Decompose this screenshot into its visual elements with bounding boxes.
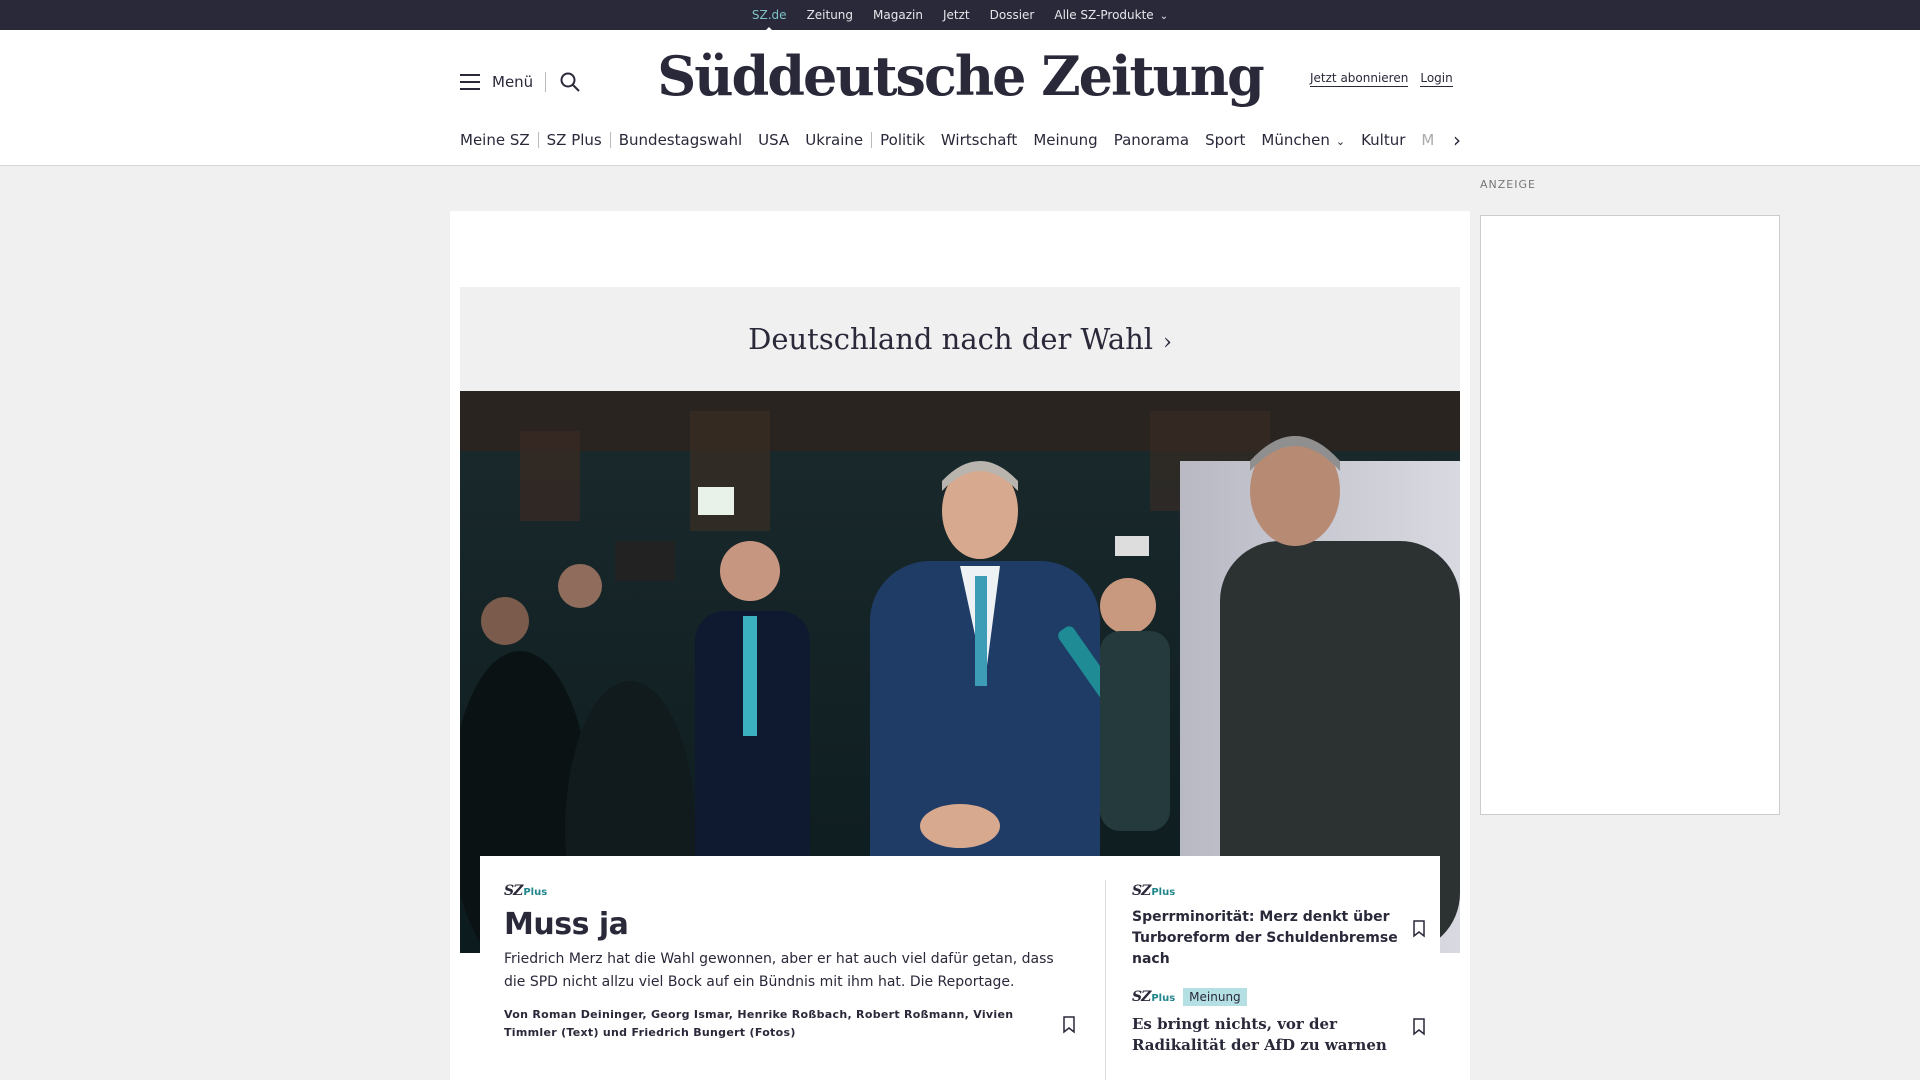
top-product-bar: SZ.de Zeitung Magazin Jetzt Dossier Alle… — [0, 0, 1920, 30]
section-header: Deutschland nach der Wahl › — [460, 287, 1460, 391]
topbar-link-szde[interactable]: SZ.de — [752, 8, 787, 22]
lead-headline[interactable]: Muss ja — [504, 907, 1064, 942]
bookmark-icon[interactable] — [1062, 1016, 1076, 1034]
sz-plus-sz: SZ — [504, 883, 523, 899]
sz-plus-logo: SZ Plus — [1132, 883, 1175, 899]
teaser-card: SZ Plus Muss ja Friedrich Merz hat die Wa… — [480, 856, 1440, 1080]
nav-scroll-right-icon[interactable]: › — [1448, 126, 1466, 154]
nav-item-kultur[interactable]: Kultur — [1353, 131, 1413, 149]
bookmark-icon[interactable] — [1412, 1018, 1426, 1036]
login-link[interactable]: Login — [1420, 71, 1453, 87]
lead-teaser-text: Friedrich Merz hat die Wahl gewonnen, ab… — [504, 951, 1054, 990]
nav-item-wirtschaft[interactable]: Wirtschaft — [933, 131, 1025, 149]
topbar-all-products-dropdown[interactable]: Alle SZ-Produkte ⌄ — [1054, 8, 1168, 22]
nav-item-muenchen[interactable]: München ⌄ — [1253, 131, 1353, 149]
nav-item-politik[interactable]: Politik — [872, 131, 933, 149]
sz-plus-sz: SZ — [1132, 883, 1151, 899]
lead-article[interactable]: SZ Plus Muss ja Friedrich Merz hat die Wa… — [504, 880, 1064, 1042]
bookmark-icon[interactable] — [1412, 920, 1426, 938]
sz-plus-plus: Plus — [523, 887, 548, 898]
main-navigation: Meine SZ SZ Plus Bundestagswahl USA Ukra… — [460, 126, 1460, 154]
chevron-right-icon: › — [1163, 330, 1172, 355]
account-links: Jetzt abonnieren Login — [1310, 71, 1453, 87]
topbar-link-dossier[interactable]: Dossier — [990, 8, 1035, 22]
sz-plus-plus: Plus — [1151, 993, 1176, 1004]
side-article-2-meta: SZ Plus Meinung — [1132, 988, 1402, 1006]
ad-slot[interactable] — [1480, 215, 1780, 815]
nav-item-meinung[interactable]: Meinung — [1025, 131, 1105, 149]
section-title: Deutschland nach der Wahl — [748, 322, 1154, 356]
site-logo: Süddeutsche Zeitung — [0, 44, 1920, 108]
topbar-link-jetzt[interactable]: Jetzt — [943, 8, 970, 22]
opinion-badge: Meinung — [1183, 988, 1247, 1006]
topbar-link-magazin[interactable]: Magazin — [873, 8, 923, 22]
nav-item-usa[interactable]: USA — [750, 131, 797, 149]
lead-byline: Von Roman Deininger, Georg Ismar, Henrik… — [504, 1008, 1014, 1039]
nav-item-ukraine[interactable]: Ukraine — [797, 131, 871, 149]
ad-label: ANZEIGE — [1480, 178, 1536, 191]
chevron-down-icon: ⌄ — [1335, 135, 1346, 148]
side-article-1-headline[interactable]: Sperrminorität: Merz denkt über Turboref… — [1132, 907, 1402, 970]
nav-item-sz-plus[interactable]: SZ Plus — [539, 131, 610, 149]
main-content: Deutschland nach der Wahl › SZ Plus Muss… — [450, 211, 1470, 1080]
logo-link[interactable]: Süddeutsche Zeitung — [657, 44, 1265, 108]
nav-item-muenchen-label: München — [1261, 131, 1330, 149]
topbar-all-products-label: Alle SZ-Produkte — [1054, 8, 1154, 22]
sz-plus-logo: SZ Plus — [1132, 989, 1175, 1005]
column-divider — [1105, 880, 1106, 1080]
side-article-2[interactable]: SZ Plus Meinung Es bringt nichts, vor der… — [1132, 988, 1402, 1056]
chevron-down-icon: ⌄ — [1159, 11, 1169, 22]
side-article-2-headline[interactable]: Es bringt nichts, vor der Radikalität de… — [1132, 1014, 1402, 1056]
nav-item-meine-sz[interactable]: Meine SZ — [460, 131, 538, 149]
section-title-link[interactable]: Deutschland nach der Wahl › — [748, 322, 1172, 356]
side-article-1[interactable]: SZ Plus Sperrminorität: Merz denkt über T… — [1132, 880, 1402, 970]
topbar-link-zeitung[interactable]: Zeitung — [807, 8, 853, 22]
sz-plus-sz: SZ — [1132, 989, 1151, 1005]
subscribe-link[interactable]: Jetzt abonnieren — [1310, 71, 1409, 87]
sz-plus-logo: SZ Plus — [504, 883, 547, 899]
nav-item-bundestagswahl[interactable]: Bundestagswahl — [611, 131, 750, 149]
site-header: Menü Süddeutsche Zeitung Jetzt abonniere… — [0, 30, 1920, 166]
nav-item-panorama[interactable]: Panorama — [1106, 131, 1197, 149]
nav-item-truncated[interactable]: M — [1413, 131, 1442, 149]
sz-plus-plus: Plus — [1151, 887, 1176, 898]
nav-item-sport[interactable]: Sport — [1197, 131, 1253, 149]
